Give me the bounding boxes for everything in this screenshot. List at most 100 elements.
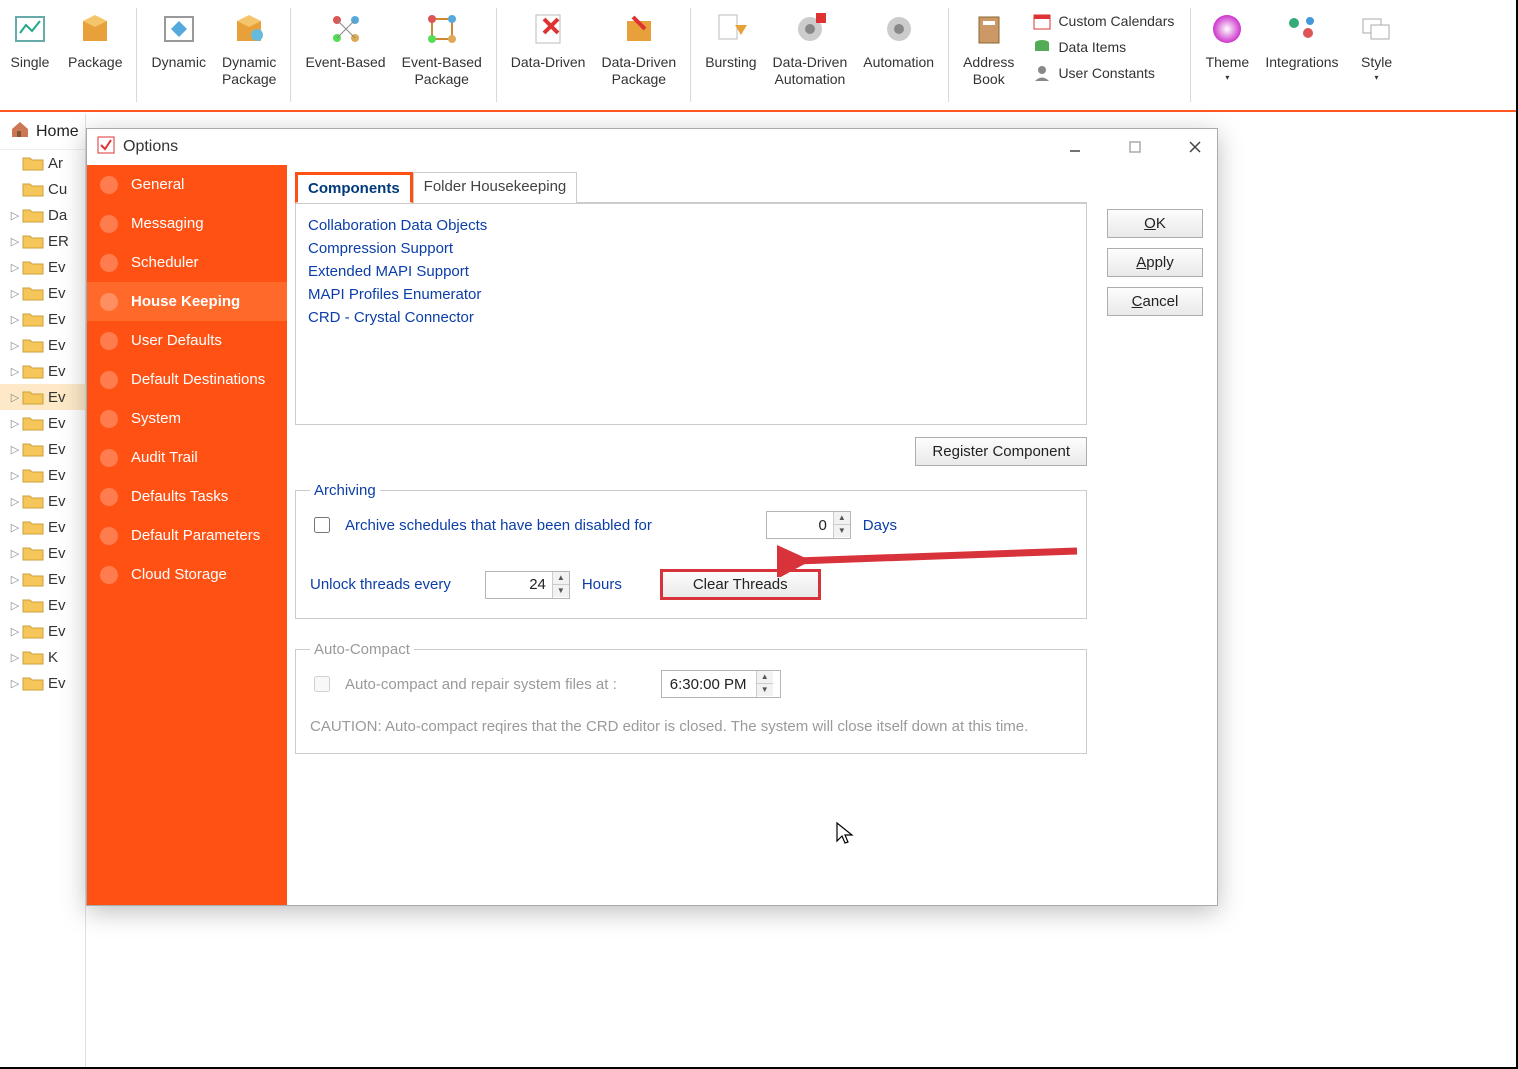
expand-icon[interactable]: ▷ — [8, 547, 22, 560]
tree-node[interactable]: ▷Ev — [0, 384, 85, 410]
expand-icon[interactable]: ▷ — [8, 677, 22, 690]
sidebar-item-default-destinations[interactable]: Default Destinations — [87, 360, 287, 399]
expand-icon[interactable]: ▷ — [8, 495, 22, 508]
components-list[interactable]: Collaboration Data ObjectsCompression Su… — [295, 203, 1087, 425]
apply-button[interactable]: Apply — [1107, 248, 1203, 277]
ribbon-package[interactable]: Package — [60, 8, 130, 71]
maximize-button[interactable] — [1119, 133, 1151, 161]
sidebar-item-user-defaults[interactable]: User Defaults — [87, 321, 287, 360]
expand-icon[interactable]: ▷ — [8, 235, 22, 248]
sidebar-item-cloud-storage[interactable]: Cloud Storage — [87, 555, 287, 594]
tree-node[interactable]: ▷ER — [0, 228, 85, 254]
tree-home[interactable]: Home — [0, 114, 85, 150]
tree-node[interactable]: ▷Ev — [0, 358, 85, 384]
expand-icon[interactable]: ▷ — [8, 469, 22, 482]
ribbon-address-book[interactable]: Address Book — [955, 8, 1022, 88]
tree-node[interactable]: ▷Ev — [0, 462, 85, 488]
sidebar-item-house-keeping[interactable]: House Keeping — [87, 282, 287, 321]
tree-node[interactable]: ▷Ev — [0, 436, 85, 462]
expand-icon[interactable]: ▷ — [8, 521, 22, 534]
tree-node[interactable]: ▷Ev — [0, 566, 85, 592]
component-link[interactable]: MAPI Profiles Enumerator — [308, 283, 1074, 306]
clear-threads-button[interactable]: Clear Threads — [660, 569, 821, 600]
autocompact-time-spinner[interactable]: ▲▼ — [661, 670, 781, 698]
minimize-button[interactable] — [1059, 133, 1091, 161]
expand-icon[interactable]: ▷ — [8, 365, 22, 378]
sidebar-item-messaging[interactable]: Messaging — [87, 204, 287, 243]
expand-icon[interactable]: ▷ — [8, 339, 22, 352]
tree-node[interactable]: ▷Ev — [0, 254, 85, 280]
ribbon-event-based-package[interactable]: Event-Based Package — [394, 8, 490, 88]
ribbon-theme[interactable]: Theme▾ — [1197, 8, 1257, 82]
expand-icon[interactable]: ▷ — [8, 443, 22, 456]
ribbon-data-driven-automation[interactable]: Data-Driven Automation — [765, 8, 856, 88]
spinner-down-icon[interactable]: ▼ — [834, 525, 850, 537]
expand-icon[interactable]: ▷ — [8, 261, 22, 274]
tree-node[interactable]: ▷Ev — [0, 592, 85, 618]
expand-icon[interactable]: ▷ — [8, 573, 22, 586]
sidebar-item-system[interactable]: System — [87, 399, 287, 438]
ribbon-dynamic-package[interactable]: Dynamic Package — [214, 8, 284, 88]
expand-icon[interactable]: ▷ — [8, 391, 22, 404]
unlock-hours-input[interactable] — [486, 572, 552, 598]
spinner-up-icon[interactable]: ▲ — [834, 512, 850, 525]
ok-button[interactable]: OK — [1107, 209, 1203, 238]
tree-node[interactable]: ▷Ev — [0, 332, 85, 358]
tree-node[interactable]: ▷Ev — [0, 306, 85, 332]
sidebar-item-general[interactable]: General — [87, 165, 287, 204]
expand-icon[interactable]: ▷ — [8, 209, 22, 222]
tree-node[interactable]: ▷Da — [0, 202, 85, 228]
ribbon-style[interactable]: Style▾ — [1347, 8, 1407, 82]
sidebar-item-audit-trail[interactable]: Audit Trail — [87, 438, 287, 477]
tab-components[interactable]: Components — [295, 172, 413, 203]
sidebar-item-defaults-tasks[interactable]: Defaults Tasks — [87, 477, 287, 516]
expand-icon[interactable]: ▷ — [8, 625, 22, 638]
spinner-up-icon[interactable]: ▲ — [553, 572, 569, 585]
ribbon-bursting[interactable]: Bursting — [697, 8, 764, 71]
expand-icon[interactable]: ▷ — [8, 417, 22, 430]
ribbon-data-driven-package[interactable]: Data-Driven Package — [593, 8, 684, 88]
register-component-button[interactable]: Register Component — [915, 437, 1087, 466]
component-link[interactable]: CRD - Crystal Connector — [308, 306, 1074, 329]
tree-node[interactable]: ▷Ev — [0, 514, 85, 540]
sidebar-item-default-parameters[interactable]: Default Parameters — [87, 516, 287, 555]
tree-node[interactable]: Cu — [0, 176, 85, 202]
ribbon-integrations[interactable]: Integrations — [1257, 8, 1346, 71]
component-link[interactable]: Extended MAPI Support — [308, 260, 1074, 283]
tree-node[interactable]: ▷Ev — [0, 280, 85, 306]
tree-node[interactable]: ▷Ev — [0, 488, 85, 514]
ribbon-dynamic[interactable]: Dynamic — [143, 8, 213, 71]
tree-node[interactable]: ▷Ev — [0, 410, 85, 436]
cancel-button[interactable]: Cancel — [1107, 287, 1203, 316]
ribbon-single[interactable]: Single — [0, 8, 60, 71]
folder-tree[interactable]: Home ArCu▷Da▷ER▷Ev▷Ev▷Ev▷Ev▷Ev▷Ev▷Ev▷Ev▷… — [0, 114, 86, 1069]
expand-icon[interactable]: ▷ — [8, 287, 22, 300]
tab-folder-housekeeping[interactable]: Folder Housekeeping — [413, 172, 578, 203]
unlock-hours-spinner[interactable]: ▲▼ — [485, 571, 570, 599]
expand-icon[interactable]: ▷ — [8, 313, 22, 326]
spinner-down-icon[interactable]: ▼ — [757, 684, 773, 696]
ribbon-custom-calendars[interactable]: Custom Calendars — [1026, 8, 1180, 34]
ribbon-data-driven[interactable]: Data-Driven — [503, 8, 594, 71]
archive-disabled-checkbox[interactable] — [314, 517, 330, 533]
close-button[interactable] — [1179, 133, 1211, 161]
ribbon-data-items[interactable]: Data Items — [1026, 34, 1180, 60]
tree-node[interactable]: ▷Ev — [0, 618, 85, 644]
archive-days-spinner[interactable]: ▲▼ — [766, 511, 851, 539]
sidebar-item-scheduler[interactable]: Scheduler — [87, 243, 287, 282]
tree-node[interactable]: ▷Ev — [0, 540, 85, 566]
component-link[interactable]: Compression Support — [308, 237, 1074, 260]
tree-node[interactable]: ▷K — [0, 644, 85, 670]
expand-icon[interactable]: ▷ — [8, 651, 22, 664]
spinner-down-icon[interactable]: ▼ — [553, 585, 569, 597]
tree-node[interactable]: Ar — [0, 150, 85, 176]
tree-node[interactable]: ▷Ev — [0, 670, 85, 696]
ribbon-event-based[interactable]: Event-Based — [297, 8, 393, 71]
ribbon-automation[interactable]: Automation — [855, 8, 942, 71]
archive-days-input[interactable] — [767, 512, 833, 538]
spinner-up-icon[interactable]: ▲ — [757, 671, 773, 684]
expand-icon[interactable]: ▷ — [8, 599, 22, 612]
autocompact-time-input[interactable] — [662, 671, 756, 697]
component-link[interactable]: Collaboration Data Objects — [308, 214, 1074, 237]
ribbon-user-constants[interactable]: User Constants — [1026, 60, 1180, 86]
